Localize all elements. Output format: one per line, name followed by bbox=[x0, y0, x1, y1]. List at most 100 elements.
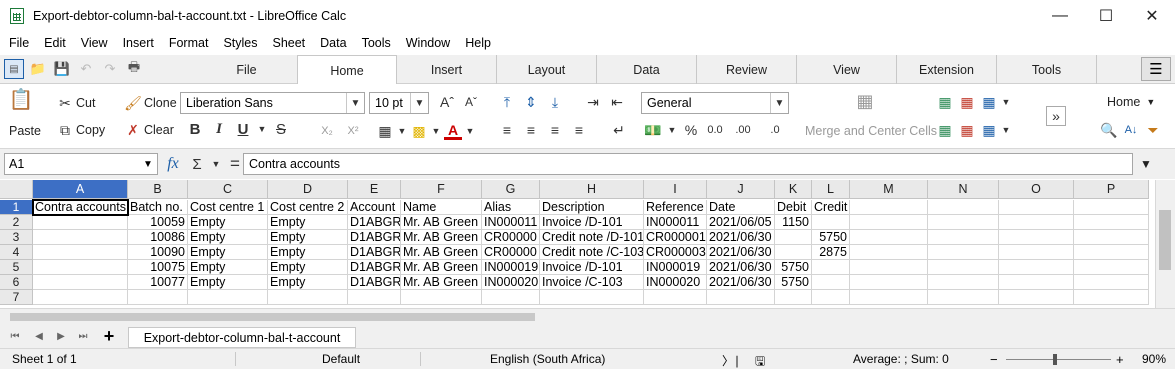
cell-f7[interactable] bbox=[401, 290, 482, 305]
cell-n4[interactable] bbox=[928, 245, 999, 260]
menu-edit[interactable]: Edit bbox=[35, 36, 72, 50]
tab-view[interactable]: View bbox=[797, 55, 897, 84]
cell-o4[interactable] bbox=[999, 245, 1074, 260]
row-height-icon[interactable]: ▦ bbox=[980, 93, 998, 111]
paste-button[interactable]: Paste bbox=[9, 124, 41, 138]
column-header-m[interactable]: M bbox=[850, 180, 928, 199]
font-color-icon[interactable]: A bbox=[444, 122, 462, 140]
cell-l1[interactable]: Credit bbox=[812, 200, 850, 215]
cell-j5[interactable]: 2021/06/30 bbox=[707, 260, 775, 275]
row-header-4[interactable]: 4 bbox=[0, 245, 33, 260]
menu-insert[interactable]: Insert bbox=[114, 36, 160, 50]
cell-i2[interactable]: IN000011 bbox=[644, 215, 707, 230]
align-center-icon[interactable]: ≡ bbox=[522, 121, 540, 139]
add-sheet-icon[interactable]: + bbox=[102, 326, 116, 346]
cell-j4[interactable]: 2021/06/30 bbox=[707, 245, 775, 260]
cell-a4[interactable] bbox=[33, 245, 128, 260]
row-header-5[interactable]: 5 bbox=[0, 260, 33, 275]
cell-h1[interactable]: Description bbox=[540, 200, 644, 215]
cell-n6[interactable] bbox=[928, 275, 999, 290]
cell-i1[interactable]: Reference bbox=[644, 200, 707, 215]
cell-o2[interactable] bbox=[999, 215, 1074, 230]
cell-m3[interactable] bbox=[850, 230, 928, 245]
selection-summary[interactable]: Average: ; Sum: 0 bbox=[853, 352, 949, 366]
cell-j1[interactable]: Date bbox=[707, 200, 775, 215]
cell-o5[interactable] bbox=[999, 260, 1074, 275]
cell-c1[interactable]: Cost centre 1 bbox=[188, 200, 268, 215]
tab-layout[interactable]: Layout bbox=[497, 55, 597, 84]
cell-g5[interactable]: IN000019 bbox=[482, 260, 540, 275]
cell-m6[interactable] bbox=[850, 275, 928, 290]
zoom-level[interactable]: 90% bbox=[1142, 352, 1166, 366]
cell-i4[interactable]: CR000003 bbox=[644, 245, 707, 260]
menu-styles[interactable]: Styles bbox=[214, 36, 263, 50]
highlight-dropdown-icon[interactable]: ▼ bbox=[432, 122, 441, 140]
cell-n7[interactable] bbox=[928, 290, 999, 305]
sum-icon[interactable]: Σ bbox=[188, 155, 206, 173]
cell-i6[interactable]: IN000020 bbox=[644, 275, 707, 290]
tab-extension[interactable]: Extension bbox=[897, 55, 997, 84]
cell-d3[interactable]: Empty bbox=[268, 230, 348, 245]
strikethrough-icon[interactable]: S bbox=[272, 120, 290, 138]
formula-equals-icon[interactable]: = bbox=[226, 154, 244, 173]
merge-center-button[interactable]: Merge and Center Cells bbox=[805, 124, 937, 138]
cell-h5[interactable]: Invoice /D-101 bbox=[540, 260, 644, 275]
cell-l7[interactable] bbox=[812, 290, 850, 305]
column-header-k[interactable]: K bbox=[775, 180, 812, 199]
percent-icon[interactable]: % bbox=[682, 121, 700, 139]
row-header-7[interactable]: 7 bbox=[0, 290, 33, 305]
cell-e5[interactable]: D1ABGR bbox=[348, 260, 401, 275]
grow-font-icon[interactable]: Aˆ bbox=[438, 93, 456, 111]
row-header-2[interactable]: 2 bbox=[0, 215, 33, 230]
cell-p2[interactable] bbox=[1074, 215, 1149, 230]
zoom-slider[interactable] bbox=[1006, 359, 1111, 360]
cell-d5[interactable]: Empty bbox=[268, 260, 348, 275]
delete-rows-icon[interactable]: ▦ bbox=[958, 93, 976, 111]
cell-k4[interactable] bbox=[775, 245, 812, 260]
cell-a3[interactable] bbox=[33, 230, 128, 245]
cell-c6[interactable]: Empty bbox=[188, 275, 268, 290]
column-header-h[interactable]: H bbox=[540, 180, 644, 199]
zoom-slider-handle[interactable] bbox=[1053, 354, 1057, 365]
cell-m1[interactable] bbox=[850, 200, 928, 215]
cell-b1[interactable]: Batch no. bbox=[128, 200, 188, 215]
clear-formatting-button[interactable]: ✗ Clear bbox=[124, 121, 174, 139]
menu-hamburger-button[interactable]: ☰ bbox=[1141, 57, 1171, 81]
cell-i5[interactable]: IN000019 bbox=[644, 260, 707, 275]
find-replace-icon[interactable]: 🔍 bbox=[1100, 121, 1118, 139]
cell-h4[interactable]: Credit note /C-103 bbox=[540, 245, 644, 260]
cell-a2[interactable] bbox=[33, 215, 128, 230]
cell-d1[interactable]: Cost centre 2 bbox=[268, 200, 348, 215]
align-left-icon[interactable]: ≡ bbox=[498, 121, 516, 139]
more-options-icon[interactable]: » bbox=[1046, 106, 1066, 126]
menu-data[interactable]: Data bbox=[311, 36, 352, 50]
next-sheet-icon[interactable]: ▶ bbox=[54, 328, 68, 344]
page-style[interactable]: Default bbox=[322, 352, 360, 366]
tab-insert[interactable]: Insert bbox=[397, 55, 497, 84]
cell-p7[interactable] bbox=[1074, 290, 1149, 305]
column-header-d[interactable]: D bbox=[268, 180, 348, 199]
align-right-icon[interactable]: ≡ bbox=[546, 121, 564, 139]
number-format-combo[interactable]: General ▼ bbox=[641, 92, 789, 114]
cell-l4[interactable]: 2875 bbox=[812, 245, 850, 260]
underline-icon[interactable]: U bbox=[234, 120, 252, 138]
first-sheet-icon[interactable]: ⏮ bbox=[8, 328, 22, 344]
font-name-combo[interactable]: Liberation Sans ▼ bbox=[180, 92, 365, 114]
bold-icon[interactable]: B bbox=[186, 120, 204, 138]
cell-n3[interactable] bbox=[928, 230, 999, 245]
cell-p5[interactable] bbox=[1074, 260, 1149, 275]
menu-window[interactable]: Window bbox=[397, 36, 456, 50]
cell-c4[interactable]: Empty bbox=[188, 245, 268, 260]
sort-icon[interactable]: A↓ bbox=[1122, 121, 1140, 139]
cell-j7[interactable] bbox=[707, 290, 775, 305]
column-header-f[interactable]: F bbox=[401, 180, 482, 199]
align-vcenter-icon[interactable]: ⇕ bbox=[522, 93, 540, 111]
tab-home[interactable]: Home bbox=[297, 55, 397, 85]
cell-j2[interactable]: 2021/06/05 bbox=[707, 215, 775, 230]
cell-k3[interactable] bbox=[775, 230, 812, 245]
cell-b2[interactable]: 10059 bbox=[128, 215, 188, 230]
cell-h3[interactable]: Credit note /D-101 bbox=[540, 230, 644, 245]
paste-icon[interactable]: 📋 bbox=[9, 89, 34, 111]
cell-g3[interactable]: CR00000 bbox=[482, 230, 540, 245]
increase-indent-icon[interactable]: ⇥ bbox=[584, 93, 602, 111]
